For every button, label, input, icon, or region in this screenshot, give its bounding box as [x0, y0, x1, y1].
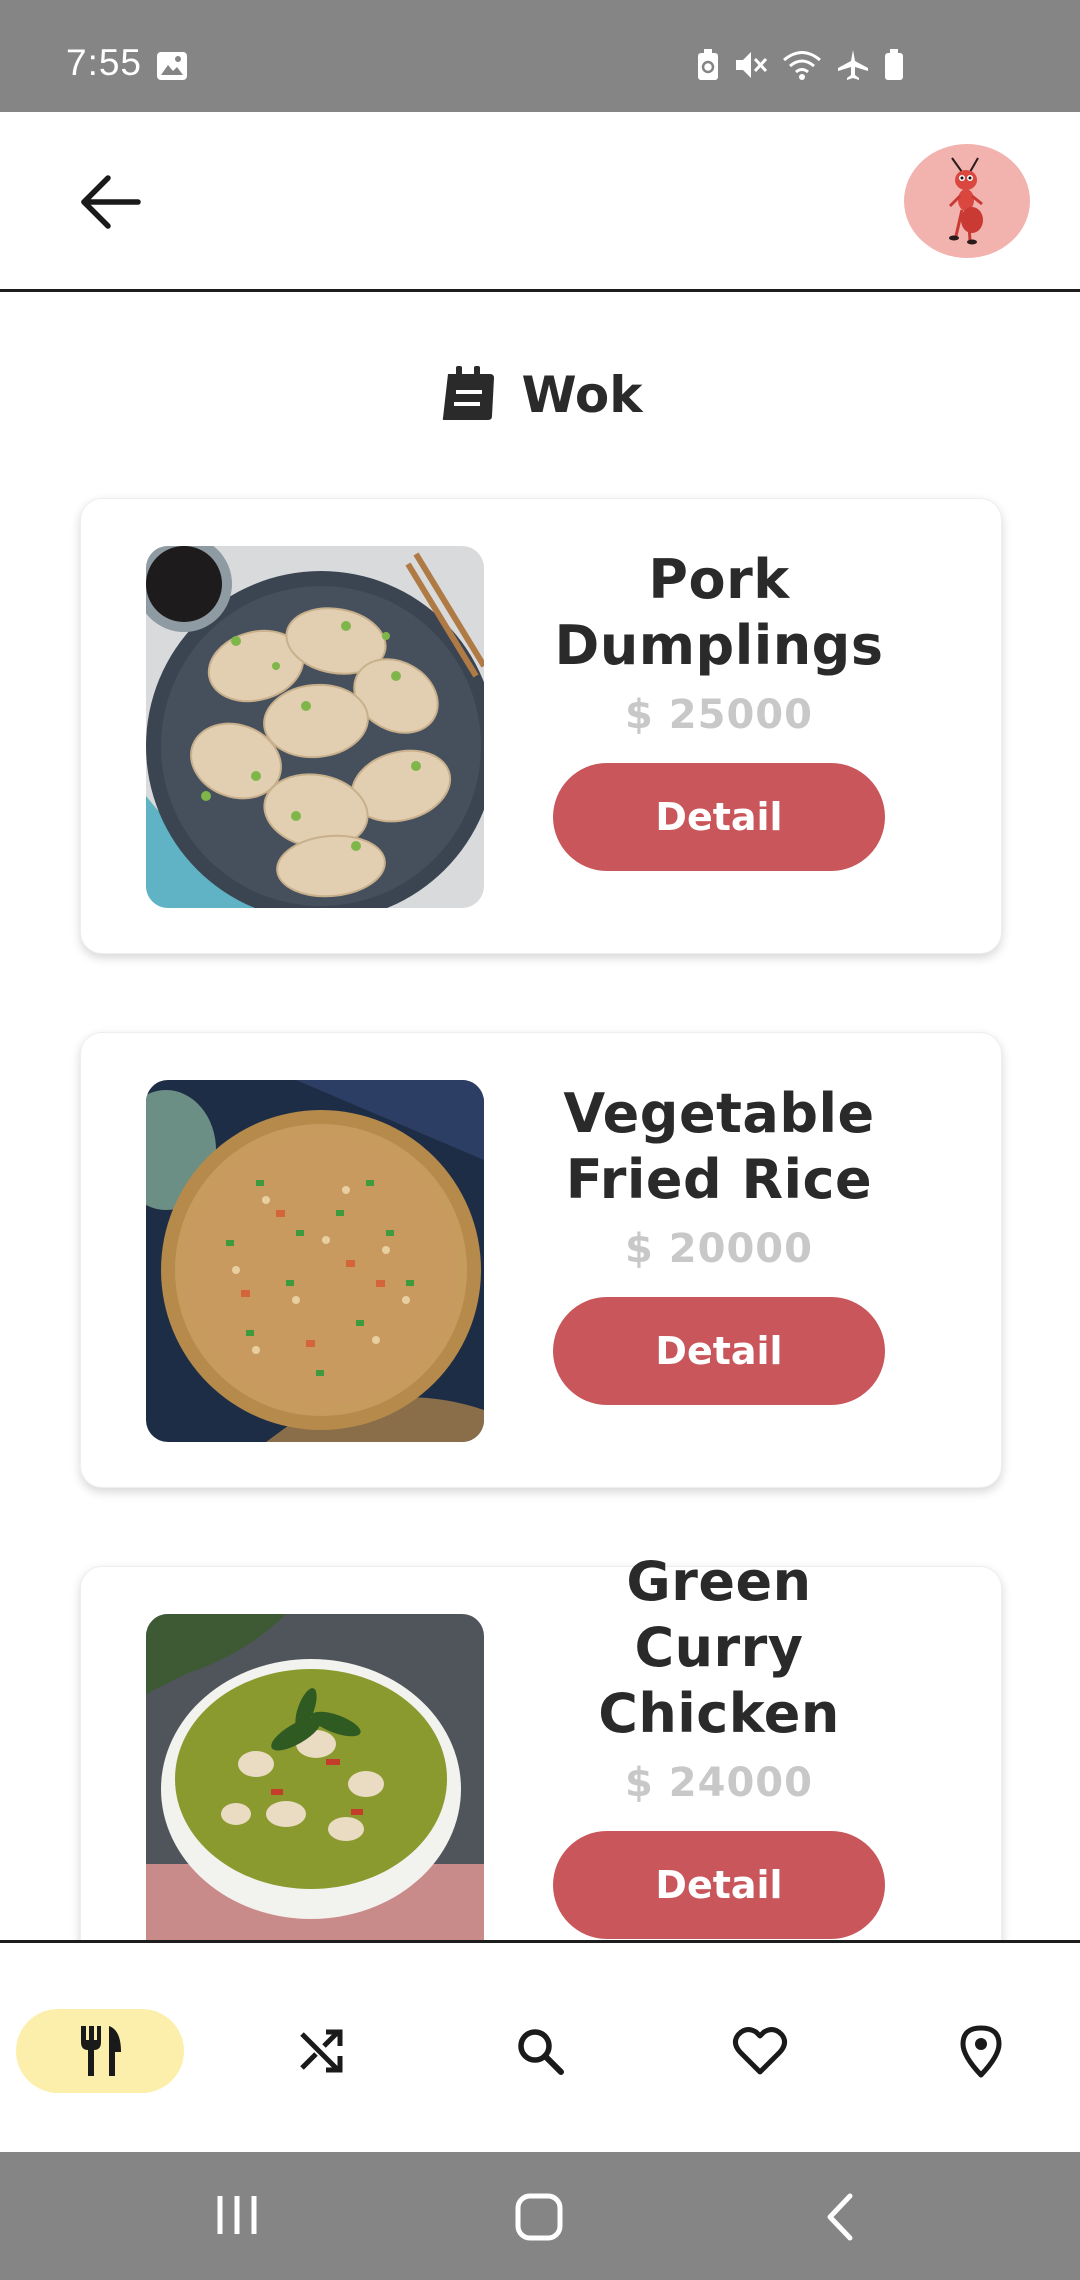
dish-image [146, 546, 484, 908]
dish-name: Pork Dumplings [554, 548, 884, 677]
mute-icon [734, 49, 768, 81]
avatar[interactable] [904, 144, 1030, 258]
home-button[interactable] [514, 2192, 564, 2246]
home-icon [515, 2193, 563, 2241]
nav-item-favorites[interactable] [676, 2009, 844, 2093]
page-heading: Wok [0, 355, 1080, 435]
arrow-left-icon [81, 175, 141, 229]
nav-item-menu[interactable] [16, 2009, 184, 2093]
data-saver-icon [696, 49, 720, 81]
app-bar [0, 112, 1080, 292]
dish-name: Green Curry Chicken [598, 1550, 840, 1745]
system-nav-bar [0, 2152, 1080, 2280]
dish-image [146, 1080, 484, 1442]
recent-apps-button[interactable] [212, 2192, 262, 2242]
dish-price: $ 20000 [625, 1226, 813, 1272]
nav-item-location[interactable] [897, 2009, 1065, 2093]
detail-button[interactable]: Detail [553, 1297, 885, 1405]
dish-info: Pork Dumplings $ 25000 Detail [541, 547, 897, 871]
dish-name: Vegetable Fried Rice [563, 1082, 875, 1211]
page-title: Wok [521, 366, 643, 424]
shuffle-icon [300, 2029, 343, 2073]
gallery-icon [156, 51, 188, 85]
nav-item-search[interactable] [456, 2009, 624, 2093]
recent-apps-icon [217, 2196, 257, 2234]
location-pin-icon [960, 2025, 1002, 2078]
dish-image [146, 1614, 484, 1940]
bottom-nav [0, 1940, 1080, 2155]
status-bar: 7:55 [0, 0, 1080, 112]
fork-knife-icon [81, 2026, 121, 2076]
dish-price: $ 25000 [625, 692, 813, 738]
search-icon [518, 2029, 564, 2075]
back-button[interactable] [76, 170, 150, 234]
content-scroll-area[interactable]: Wok Pork Dumplings $ 25000 Detail Vegeta… [0, 292, 1080, 1940]
detail-button[interactable]: Detail [553, 763, 885, 871]
system-back-icon [827, 2193, 853, 2241]
battery-icon [884, 49, 904, 81]
status-icons [696, 48, 904, 82]
system-back-button[interactable] [822, 2192, 862, 2246]
heart-icon [732, 2027, 788, 2075]
ant-mascot-icon [948, 157, 983, 245]
detail-button[interactable]: Detail [553, 1831, 885, 1939]
dish-card: Vegetable Fried Rice $ 20000 Detail [80, 1032, 1002, 1488]
menu-notebook-icon [438, 362, 500, 428]
wifi-icon [782, 49, 822, 81]
status-time: 7:55 [66, 42, 143, 83]
dish-info: Vegetable Fried Rice $ 20000 Detail [541, 1081, 897, 1405]
dish-price: $ 24000 [625, 1760, 813, 1806]
airplane-icon [836, 48, 870, 82]
dish-info: Green Curry Chicken $ 24000 Detail [541, 1550, 897, 1939]
dish-card: Pork Dumplings $ 25000 Detail [80, 498, 1002, 954]
dish-card: Green Curry Chicken $ 24000 Detail [80, 1550, 1002, 1940]
nav-item-random[interactable] [237, 2009, 405, 2093]
